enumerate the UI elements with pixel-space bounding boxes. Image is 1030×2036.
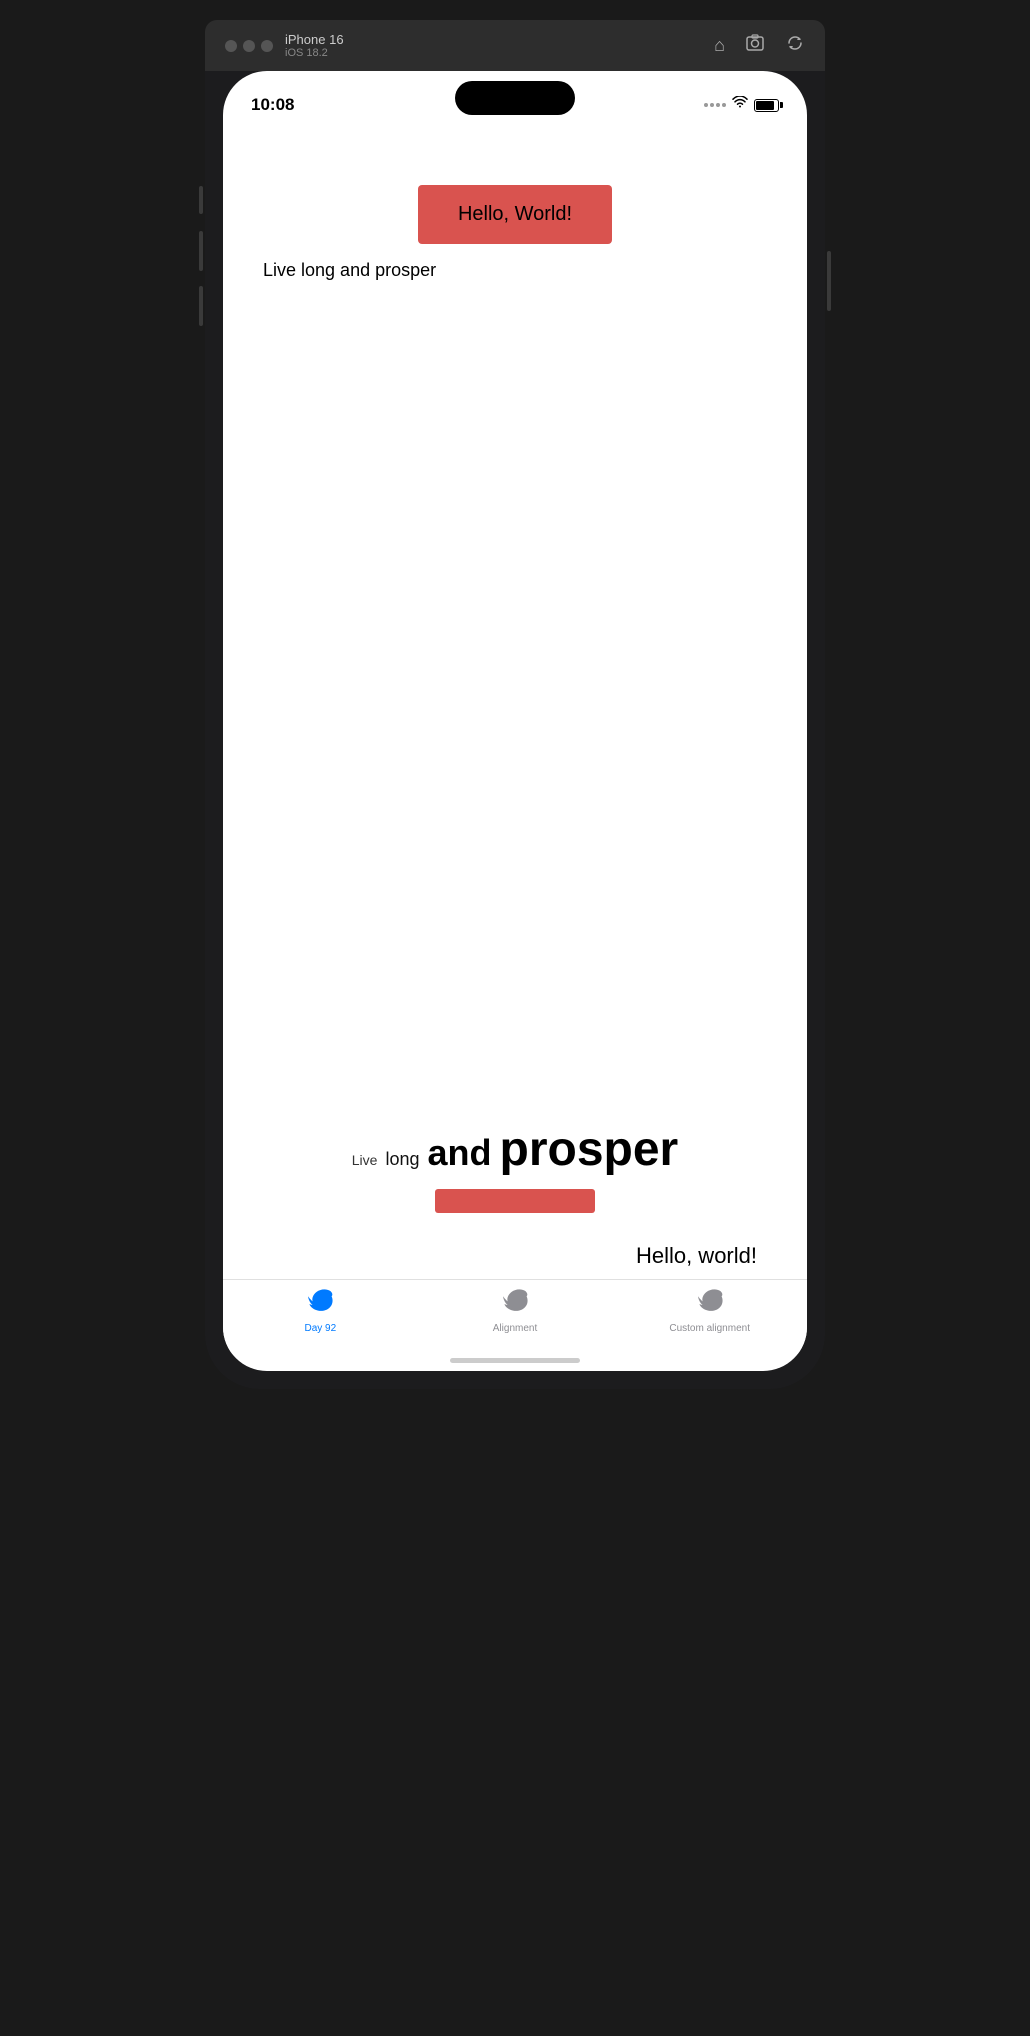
wifi-icon bbox=[732, 96, 748, 114]
dynamic-island bbox=[455, 81, 575, 115]
simulator-device-name: iPhone 16 bbox=[285, 32, 702, 47]
simulator-title: iPhone 16 iOS 18.2 bbox=[285, 32, 702, 59]
bottom-section: Live long and prosper Hello, world! bbox=[223, 1102, 807, 1279]
tab-custom-alignment-label: Custom alignment bbox=[669, 1323, 750, 1334]
word-long: long bbox=[385, 1149, 419, 1170]
simulator-actions: ⌂ bbox=[714, 33, 805, 58]
hello-world-text: Hello, World! bbox=[458, 203, 572, 225]
battery-icon bbox=[754, 99, 779, 112]
tab-custom-alignment[interactable]: Custom alignment bbox=[612, 1288, 807, 1334]
rotate-icon[interactable] bbox=[785, 33, 805, 58]
dot-2 bbox=[243, 40, 255, 52]
home-indicator bbox=[450, 1358, 580, 1363]
simulator-dots bbox=[225, 40, 273, 52]
tab-bar: Day 92 Alignment bbox=[223, 1279, 807, 1354]
simulator-os-version: iOS 18.2 bbox=[285, 47, 702, 59]
volume-down-button bbox=[199, 286, 203, 326]
top-section: Hello, World! Live long and prosper bbox=[223, 125, 807, 301]
alignment-demo-row: Live long and prosper bbox=[352, 1122, 678, 1177]
home-icon[interactable]: ⌂ bbox=[714, 35, 725, 56]
word-prosper: prosper bbox=[500, 1122, 679, 1177]
mute-button bbox=[199, 186, 203, 214]
hello-world-bottom: Hello, world! bbox=[636, 1243, 757, 1269]
dot-1 bbox=[225, 40, 237, 52]
spacer bbox=[223, 301, 807, 1102]
iphone-screen: 10:08 bbox=[223, 71, 807, 1371]
status-time: 10:08 bbox=[251, 95, 294, 115]
dot-3 bbox=[261, 40, 273, 52]
tab-alignment[interactable]: Alignment bbox=[418, 1288, 613, 1334]
word-and: and bbox=[427, 1132, 491, 1174]
app-content: Hello, World! Live long and prosper Live… bbox=[223, 125, 807, 1371]
status-right-icons bbox=[704, 96, 779, 114]
swift-icon-active bbox=[306, 1288, 334, 1319]
volume-up-button bbox=[199, 231, 203, 271]
simulator-bar: iPhone 16 iOS 18.2 ⌂ bbox=[205, 20, 825, 71]
swift-icon-alignment bbox=[501, 1288, 529, 1319]
tab-alignment-label: Alignment bbox=[493, 1323, 537, 1334]
iphone-frame: 10:08 bbox=[205, 71, 825, 1389]
tab-day92-label: Day 92 bbox=[304, 1323, 336, 1334]
status-bar: 10:08 bbox=[223, 71, 807, 125]
live-long-text: Live long and prosper bbox=[263, 260, 436, 281]
tab-day92[interactable]: Day 92 bbox=[223, 1288, 418, 1334]
word-live: Live bbox=[352, 1152, 378, 1168]
screenshot-icon[interactable] bbox=[745, 33, 765, 58]
power-button bbox=[827, 251, 831, 311]
swift-icon-custom bbox=[696, 1288, 724, 1319]
red-bar bbox=[435, 1189, 595, 1213]
signal-icon bbox=[704, 103, 726, 107]
hello-world-box: Hello, World! bbox=[418, 185, 612, 244]
